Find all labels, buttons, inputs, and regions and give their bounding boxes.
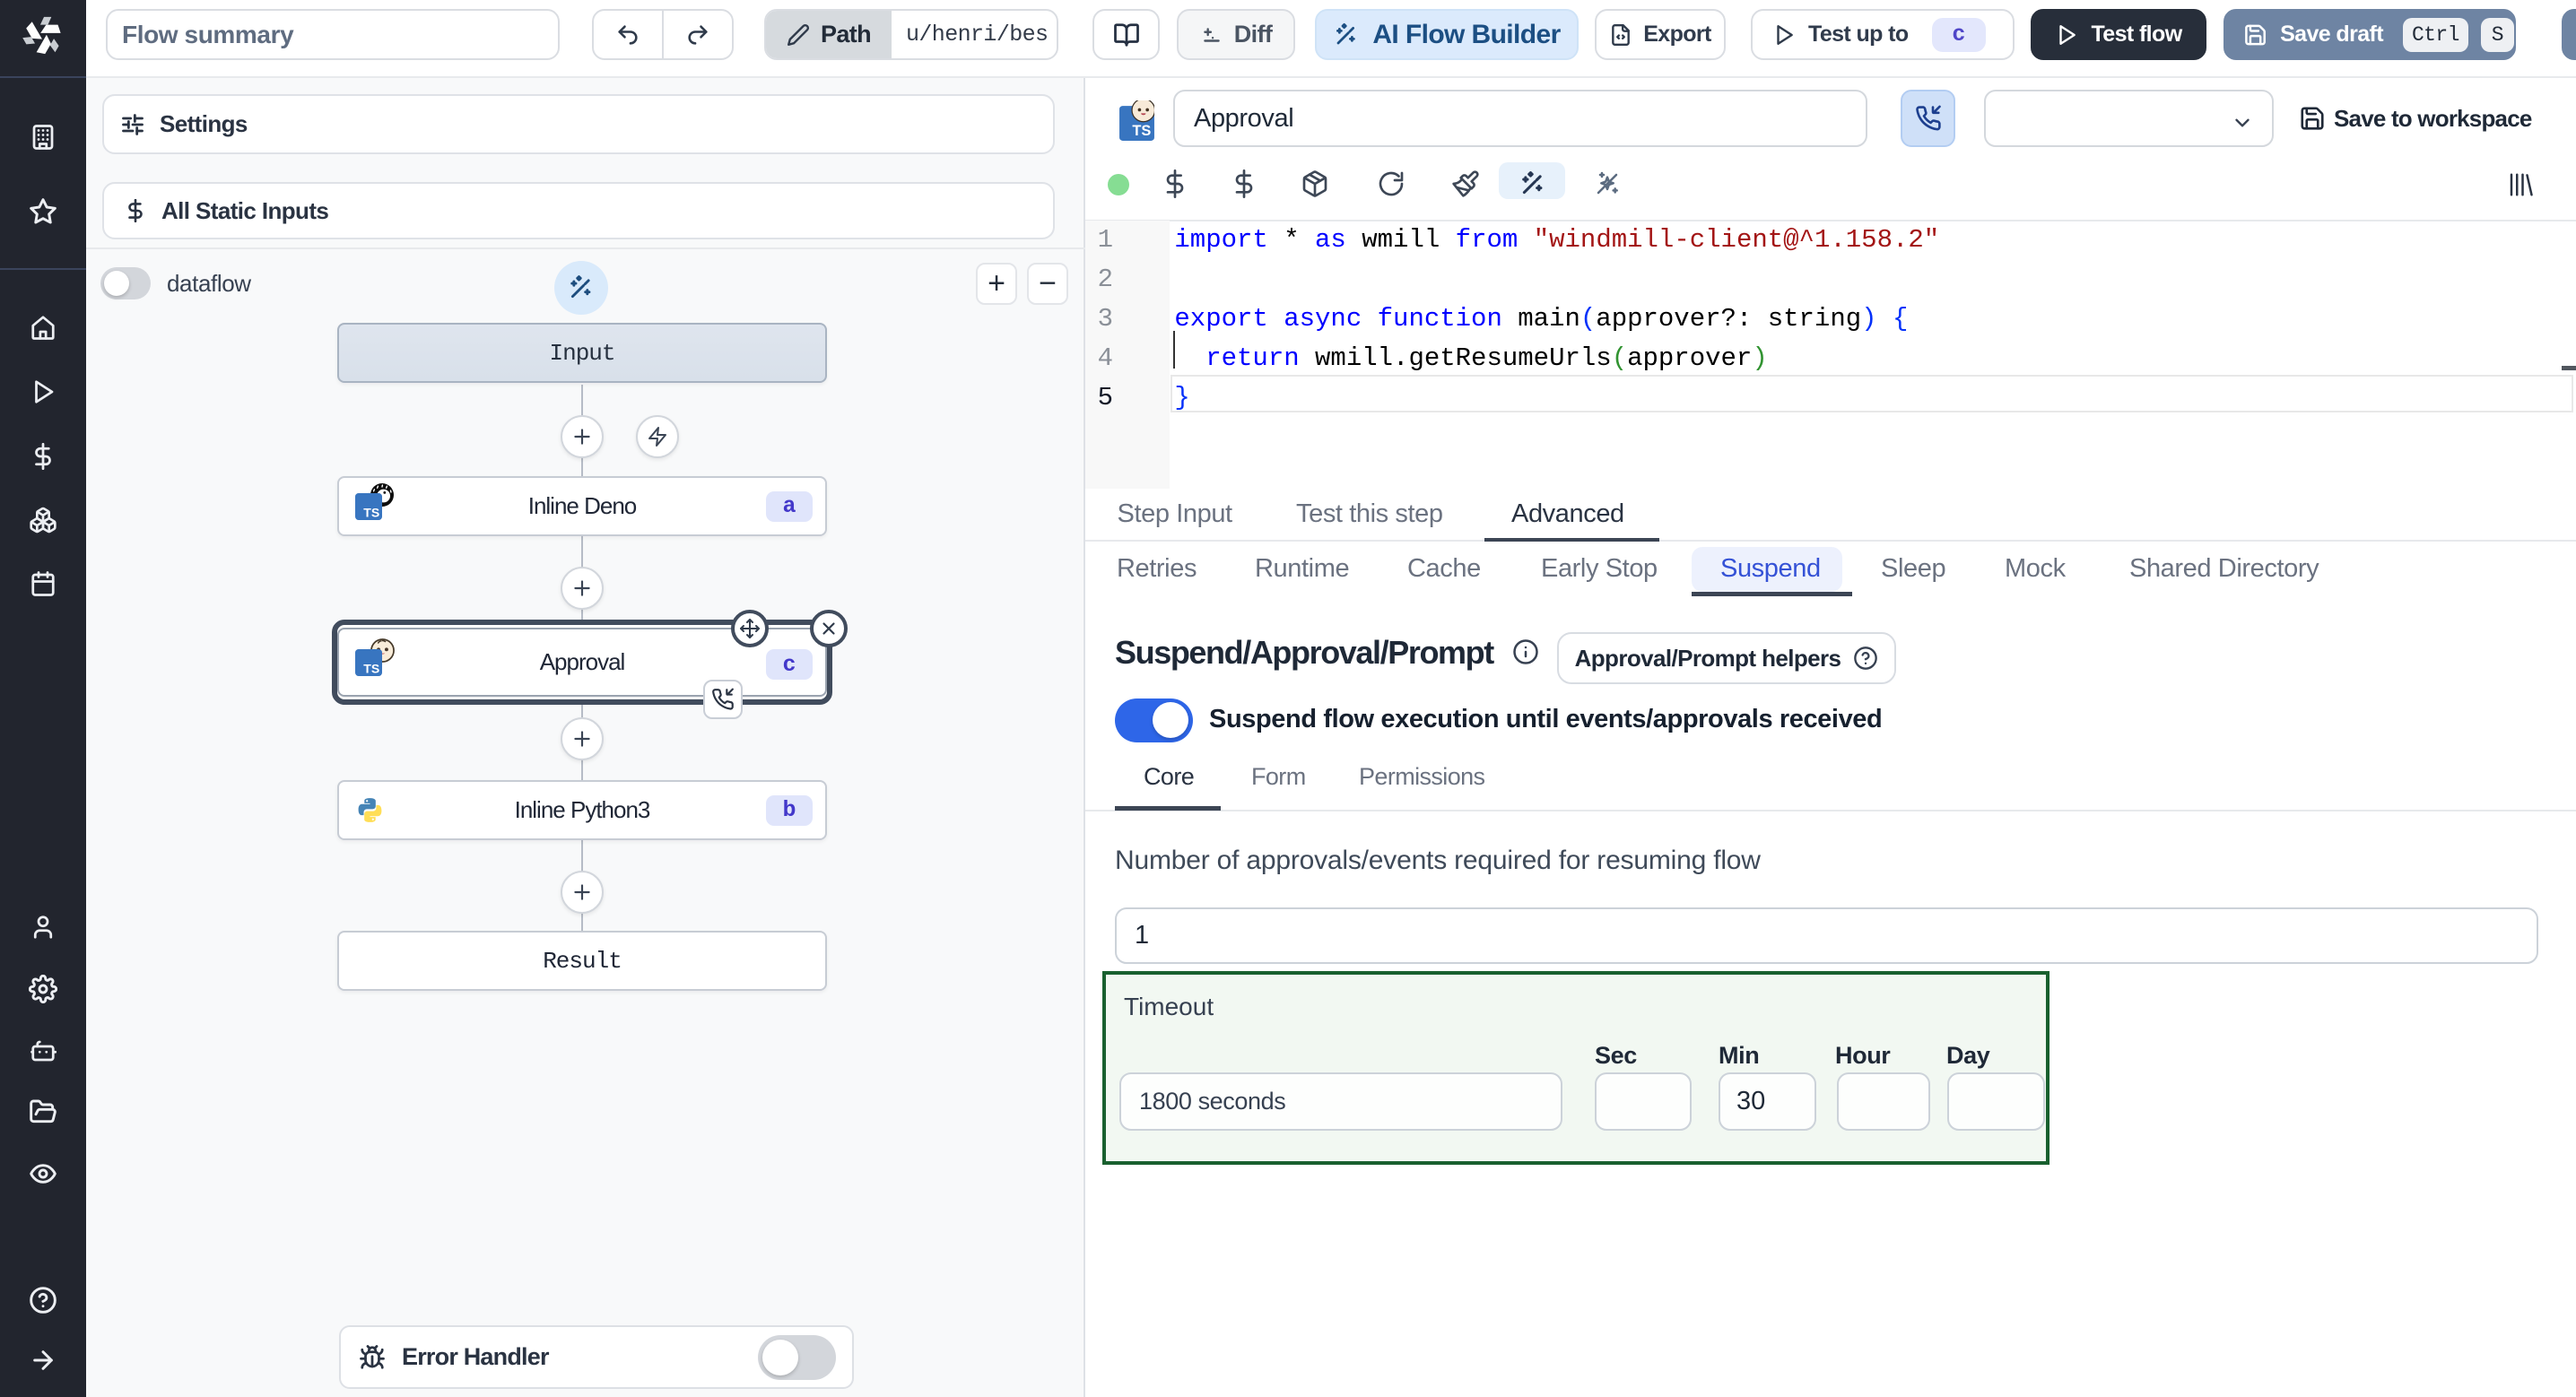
svg-text:TS: TS: [1132, 123, 1151, 139]
svg-text:TS: TS: [363, 505, 379, 519]
svg-text:TS: TS: [363, 661, 379, 675]
